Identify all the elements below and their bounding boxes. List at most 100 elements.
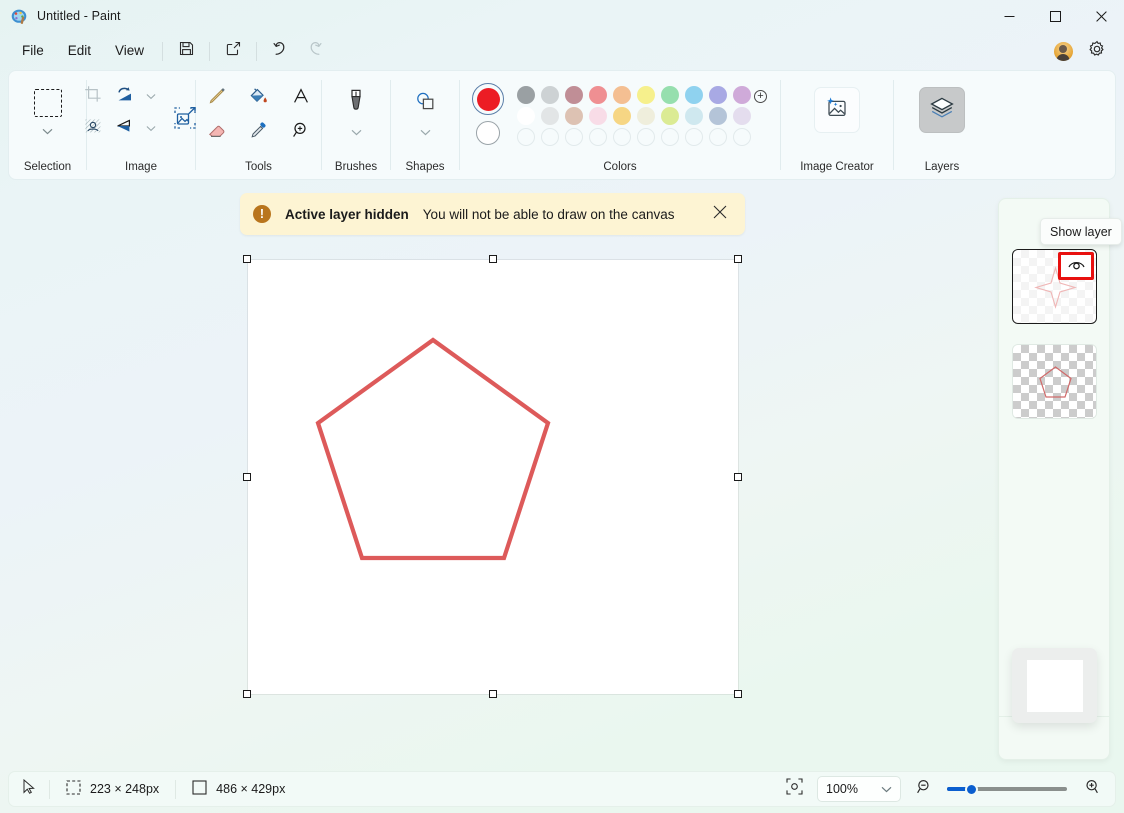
- fill-tool[interactable]: [239, 82, 279, 114]
- layer-1-visibility-toggle[interactable]: [1058, 252, 1094, 280]
- color-swatch-cell[interactable]: [586, 84, 610, 105]
- color-swatch-cell[interactable]: [682, 84, 706, 105]
- primary-color-button[interactable]: [472, 83, 504, 115]
- flip-button[interactable]: [110, 114, 140, 142]
- color-swatch-cell[interactable]: [538, 126, 562, 147]
- color-swatch-cell[interactable]: [682, 126, 706, 147]
- redo-button[interactable]: [297, 36, 331, 66]
- color-swatch-cell[interactable]: [706, 105, 730, 126]
- primary-color-swatch: [477, 88, 500, 111]
- fit-to-window-button[interactable]: [781, 776, 807, 802]
- secondary-color-button[interactable]: [476, 121, 500, 145]
- magnifier-tool[interactable]: [281, 116, 321, 148]
- color-swatch-cell[interactable]: [538, 105, 562, 126]
- color-swatch-cell[interactable]: [706, 126, 730, 147]
- color-swatch-cell[interactable]: [514, 84, 538, 105]
- drawing-canvas[interactable]: [248, 260, 738, 694]
- minimize-button[interactable]: [986, 0, 1032, 32]
- shapes-dropdown-button[interactable]: [412, 124, 438, 140]
- color-swatch-cell[interactable]: [610, 105, 634, 126]
- chevron-down-icon: [146, 125, 156, 132]
- color-swatch-cell[interactable]: [610, 126, 634, 147]
- color-swatch-cell[interactable]: [730, 105, 754, 126]
- group-image-creator: Image Creator: [781, 71, 893, 179]
- color-swatch-cell[interactable]: [658, 84, 682, 105]
- banner-close-button[interactable]: [706, 200, 734, 228]
- selection-dropdown-button[interactable]: [35, 123, 61, 139]
- color-swatch-cell[interactable]: [730, 126, 754, 147]
- color-swatch-cell[interactable]: [610, 84, 634, 105]
- crop-button[interactable]: [78, 82, 108, 110]
- color-swatch-cell[interactable]: [586, 105, 610, 126]
- active-layer-hidden-banner: ! Active layer hidden You will not be ab…: [240, 193, 745, 235]
- zoom-level-select[interactable]: 100%: [817, 776, 901, 802]
- swatch-row3-4: [613, 128, 631, 146]
- account-button[interactable]: [1050, 38, 1076, 64]
- resize-handle-s[interactable]: [489, 690, 497, 698]
- swatch-row1-1: [541, 86, 559, 104]
- paint-app-window: Untitled - Paint File Edit View: [0, 0, 1124, 813]
- rotate-button[interactable]: [110, 82, 140, 110]
- color-swatch-cell[interactable]: [562, 105, 586, 126]
- zoom-slider[interactable]: [947, 780, 1067, 798]
- close-button[interactable]: [1078, 0, 1124, 32]
- group-tools: Tools: [196, 71, 321, 179]
- eraser-tool[interactable]: [197, 116, 237, 148]
- menu-divider-2: [209, 42, 210, 61]
- resize-handle-n[interactable]: [489, 255, 497, 263]
- save-button[interactable]: [169, 36, 203, 66]
- brushes-button[interactable]: [336, 84, 376, 122]
- color-swatch-cell[interactable]: [730, 84, 754, 105]
- shapes-button[interactable]: [405, 84, 445, 122]
- canvas-size-indicator: 486 × 429px: [176, 780, 301, 798]
- color-swatch-cell[interactable]: [562, 84, 586, 105]
- layer-drag-ghost: [1012, 648, 1097, 723]
- menu-view[interactable]: View: [103, 39, 156, 63]
- menu-file[interactable]: File: [10, 39, 56, 63]
- undo-button[interactable]: [263, 36, 297, 66]
- color-swatch-cell[interactable]: [658, 105, 682, 126]
- color-picker-tool[interactable]: [239, 116, 279, 148]
- canvas-area[interactable]: [248, 260, 738, 694]
- brushes-dropdown-button[interactable]: [343, 124, 369, 140]
- resize-handle-ne[interactable]: [734, 255, 742, 263]
- flip-dropdown-button[interactable]: [142, 114, 160, 142]
- chevron-down-icon: [146, 93, 156, 100]
- color-swatch-cell[interactable]: [634, 84, 658, 105]
- share-button[interactable]: [216, 36, 250, 66]
- status-bar-right: 100%: [781, 776, 1115, 802]
- pencil-tool[interactable]: [197, 82, 237, 114]
- layers-button[interactable]: [919, 87, 965, 133]
- rectangular-selection-icon: [34, 89, 62, 117]
- color-swatch-cell[interactable]: [634, 126, 658, 147]
- resize-handle-nw[interactable]: [243, 255, 251, 263]
- swatch-row1-0: [517, 86, 535, 104]
- resize-handle-e[interactable]: [734, 473, 742, 481]
- color-swatch-cell[interactable]: [538, 84, 562, 105]
- resize-handle-w[interactable]: [243, 473, 251, 481]
- maximize-button[interactable]: [1032, 0, 1078, 32]
- image-creator-button[interactable]: [814, 87, 860, 133]
- resize-handle-sw[interactable]: [243, 690, 251, 698]
- color-swatch-cell[interactable]: [706, 84, 730, 105]
- color-swatch-cell[interactable]: [634, 105, 658, 126]
- color-swatch-cell[interactable]: [658, 126, 682, 147]
- zoom-in-button[interactable]: [1077, 776, 1103, 802]
- zoom-slider-thumb[interactable]: [965, 783, 978, 796]
- color-swatch-cell[interactable]: [514, 105, 538, 126]
- color-swatch-cell[interactable]: [514, 126, 538, 147]
- zoom-out-button[interactable]: [911, 776, 937, 802]
- menu-edit[interactable]: Edit: [56, 39, 103, 63]
- layer-thumbnail-1[interactable]: [1012, 249, 1097, 324]
- rotate-dropdown-button[interactable]: [142, 82, 160, 110]
- text-tool[interactable]: [281, 82, 321, 114]
- color-swatch-cell[interactable]: [562, 126, 586, 147]
- color-swatch-cell[interactable]: [682, 105, 706, 126]
- rectangular-selection-button[interactable]: [28, 85, 68, 121]
- layer-thumbnail-2[interactable]: [1012, 344, 1097, 419]
- remove-background-button[interactable]: [78, 114, 108, 142]
- color-swatch-cell[interactable]: [586, 126, 610, 147]
- settings-button[interactable]: [1084, 38, 1110, 64]
- resize-handle-se[interactable]: [734, 690, 742, 698]
- group-label-layers: Layers: [894, 161, 990, 173]
